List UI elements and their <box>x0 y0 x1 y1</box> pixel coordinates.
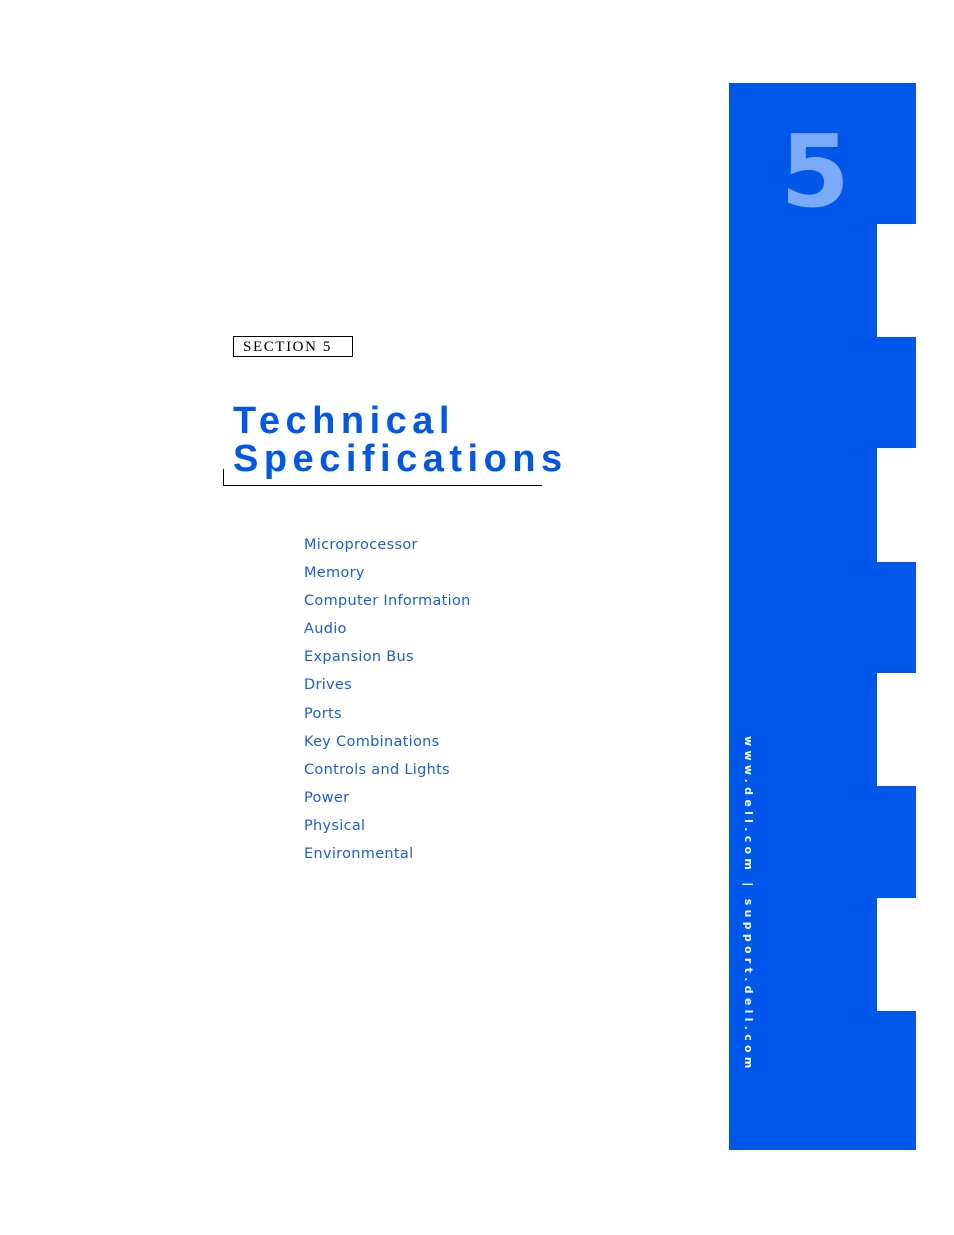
title-line-1: Technical <box>233 400 455 442</box>
toc-link-physical[interactable]: Physical <box>304 818 365 834</box>
toc-item: Physical <box>304 815 471 843</box>
chapter-number: 5 <box>780 113 850 230</box>
title-underline <box>223 485 542 486</box>
section-label: SECTION 5 <box>233 336 353 357</box>
toc-link-controls-and-lights[interactable]: Controls and Lights <box>304 762 450 778</box>
website-url: www.dell.com | support.dell.com <box>742 736 755 1073</box>
title-underline-tick <box>223 469 224 486</box>
toc-item: Controls and Lights <box>304 759 471 787</box>
toc-item: Memory <box>304 562 471 590</box>
toc-item: Microprocessor <box>304 534 471 562</box>
chapter-tab <box>877 1011 916 1150</box>
chapter-tab <box>877 337 916 448</box>
toc-item: Environmental <box>304 843 471 871</box>
toc-link-computer-information[interactable]: Computer Information <box>304 593 471 609</box>
toc-link-memory[interactable]: Memory <box>304 565 365 581</box>
toc-link-microprocessor[interactable]: Microprocessor <box>304 537 418 553</box>
toc-link-ports[interactable]: Ports <box>304 706 342 722</box>
toc-link-expansion-bus[interactable]: Expansion Bus <box>304 649 414 665</box>
toc-item: Key Combinations <box>304 731 471 759</box>
title-line-2: Specifications <box>233 438 568 480</box>
toc-link-key-combinations[interactable]: Key Combinations <box>304 734 439 750</box>
table-of-contents: Microprocessor Memory Computer Informati… <box>304 534 471 871</box>
toc-item: Drives <box>304 674 471 702</box>
toc-link-environmental[interactable]: Environmental <box>304 846 413 862</box>
toc-item: Power <box>304 787 471 815</box>
toc-link-audio[interactable]: Audio <box>304 621 347 637</box>
toc-link-drives[interactable]: Drives <box>304 677 352 693</box>
page-title: Technical Specifications <box>233 402 568 478</box>
toc-item: Computer Information <box>304 590 471 618</box>
toc-item: Expansion Bus <box>304 646 471 674</box>
toc-item: Ports <box>304 703 471 731</box>
chapter-tab <box>877 562 916 673</box>
toc-link-power[interactable]: Power <box>304 790 349 806</box>
toc-item: Audio <box>304 618 471 646</box>
chapter-tab <box>877 786 916 898</box>
